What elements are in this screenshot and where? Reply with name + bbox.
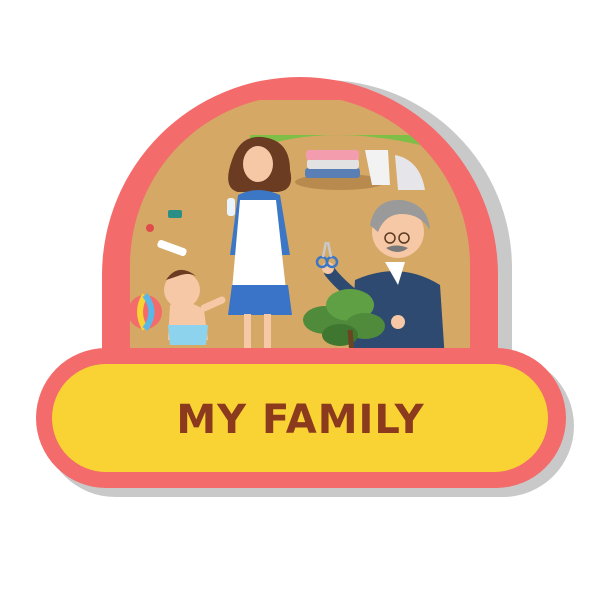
folded-laundry <box>305 150 360 178</box>
toy-block <box>168 210 182 218</box>
beach-ball <box>130 293 162 331</box>
badge-illustration <box>36 77 574 497</box>
family-badge: MY FAMILY <box>0 0 601 601</box>
badge-title: MY FAMILY <box>176 397 425 443</box>
